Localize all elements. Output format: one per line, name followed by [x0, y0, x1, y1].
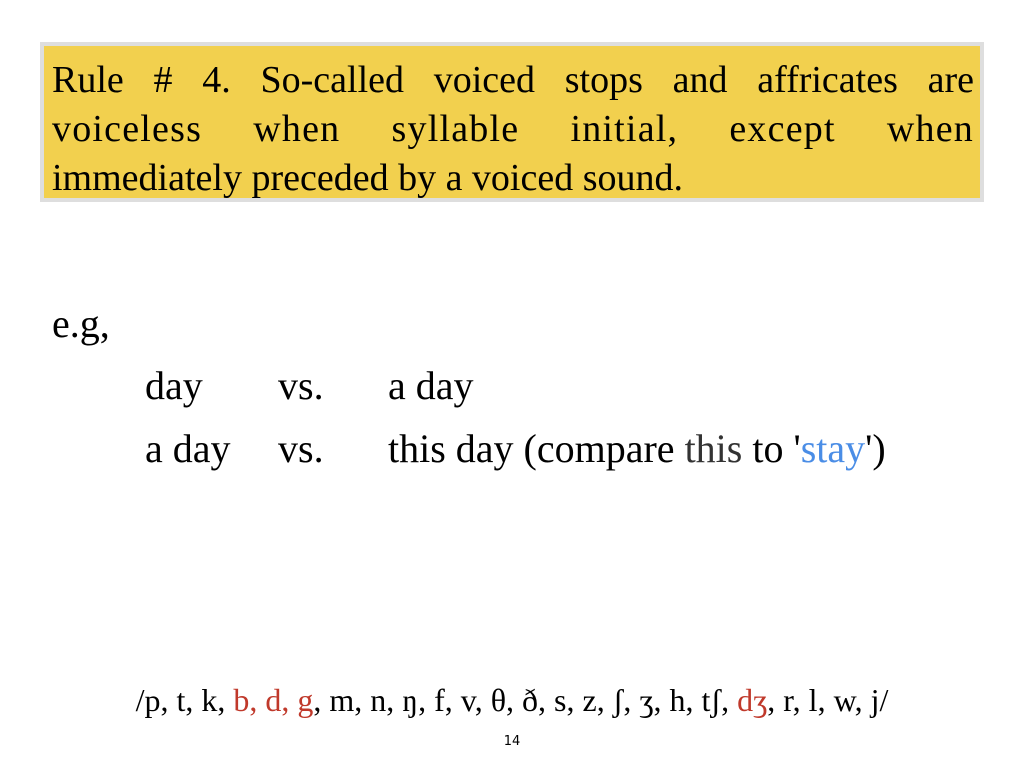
example-label: e.g, — [52, 301, 110, 346]
example-2-b: this day — [388, 426, 514, 471]
phonemes-voiced-stops: b, d, g — [233, 682, 314, 718]
example-1-a: day — [145, 363, 203, 408]
example-2-vs: vs. — [278, 426, 324, 471]
rule-line-2: voiceless when syllable initial, except … — [52, 108, 974, 150]
example-2-b-group: this day (compare this to 'stay') — [388, 425, 886, 472]
rule-box: Rule # 4. So-called voiced stops and aff… — [40, 42, 984, 202]
phonemes-open: /p, t, k, — [135, 682, 234, 718]
phonemes-mid: , m, n, ŋ, f, v, θ, ð, s, z, ʃ, ʒ, h, tʃ… — [313, 682, 738, 718]
rule-line-1: Rule # 4. So-called voiced stops and aff… — [52, 59, 974, 101]
compare-this: this — [684, 426, 743, 471]
phoneme-inventory: /p, t, k, b, d, g, m, n, ŋ, f, v, θ, ð, … — [0, 682, 1024, 719]
phonemes-close: , r, l, w, j/ — [767, 682, 889, 718]
example-1-vs: vs. — [278, 363, 324, 408]
phonemes-voiced-affricate: dʒ — [737, 682, 768, 718]
example-1-b: a day — [388, 363, 474, 408]
compare-close: ') — [865, 426, 886, 471]
compare-stay: stay — [800, 426, 866, 471]
compare-to: to ' — [742, 426, 801, 471]
rule-text: Rule # 4. So-called voiced stops and aff… — [44, 46, 980, 199]
page-number: 14 — [503, 734, 521, 749]
compare-open: (compare — [523, 426, 685, 471]
example-2-a: a day — [145, 426, 231, 471]
rule-line-3: immediately preceded by a voiced sound. — [52, 157, 684, 199]
